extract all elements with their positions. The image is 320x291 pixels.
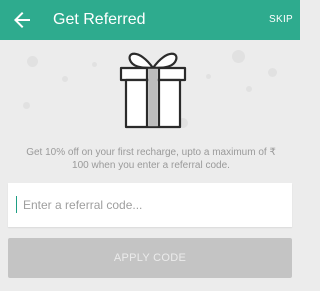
decor-dot: [246, 86, 252, 92]
app-bar: Get Referred SKIP: [0, 0, 300, 40]
back-arrow-icon[interactable]: [10, 8, 34, 32]
referral-input-card: [8, 183, 292, 227]
decor-dot: [27, 56, 38, 67]
decor-dot: [23, 102, 30, 109]
promo-text: Get 10% off on your first recharge, upto…: [26, 147, 276, 171]
gift-icon: [119, 52, 187, 129]
decor-dot: [232, 50, 245, 63]
text-cursor: [16, 196, 17, 213]
skip-button[interactable]: SKIP: [269, 14, 293, 26]
decor-dot: [206, 74, 211, 79]
apply-code-button[interactable]: APPLY CODE: [8, 238, 292, 278]
page-title: Get Referred: [53, 11, 146, 28]
decor-dot: [92, 62, 97, 67]
referral-code-input[interactable]: [23, 194, 283, 216]
decor-dot: [62, 76, 68, 82]
decor-dot: [268, 68, 277, 77]
